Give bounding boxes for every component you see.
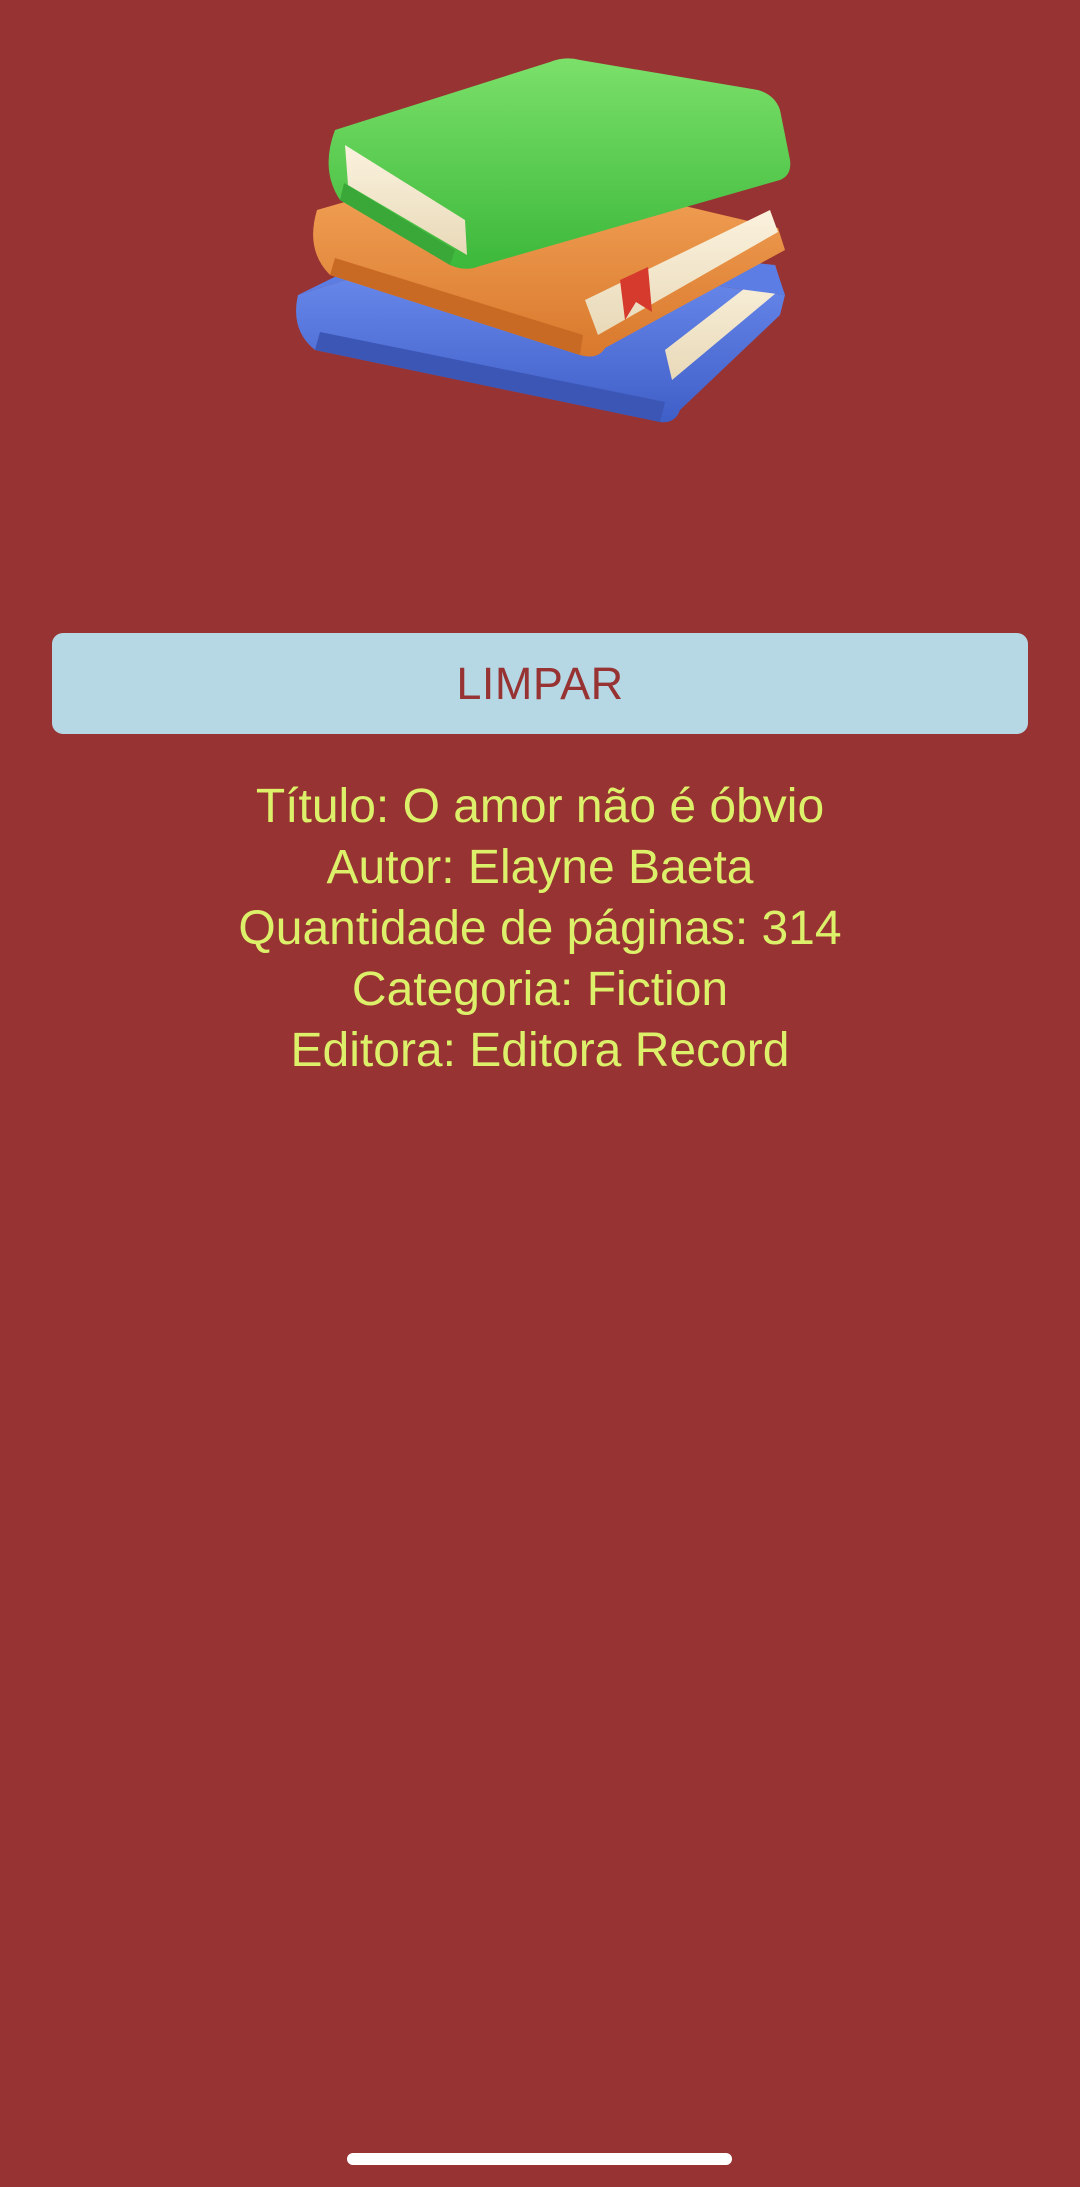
book-details: Título: O amor não é óbvio Autor: Elayne… [0,776,1080,1081]
clear-button[interactable]: LIMPAR [52,633,1028,734]
book-title-text: Título: O amor não é óbvio [255,780,825,833]
home-indicator[interactable] [347,2153,732,2165]
book-author-text: Autor: Elayne Baeta [326,841,754,894]
book-pages-text: Quantidade de páginas: 314 [238,902,842,955]
books-stack-icon [280,50,800,430]
book-category-text: Categoria: Fiction [351,963,729,1016]
book-publisher-text: Editora: Editora Record [290,1024,790,1077]
